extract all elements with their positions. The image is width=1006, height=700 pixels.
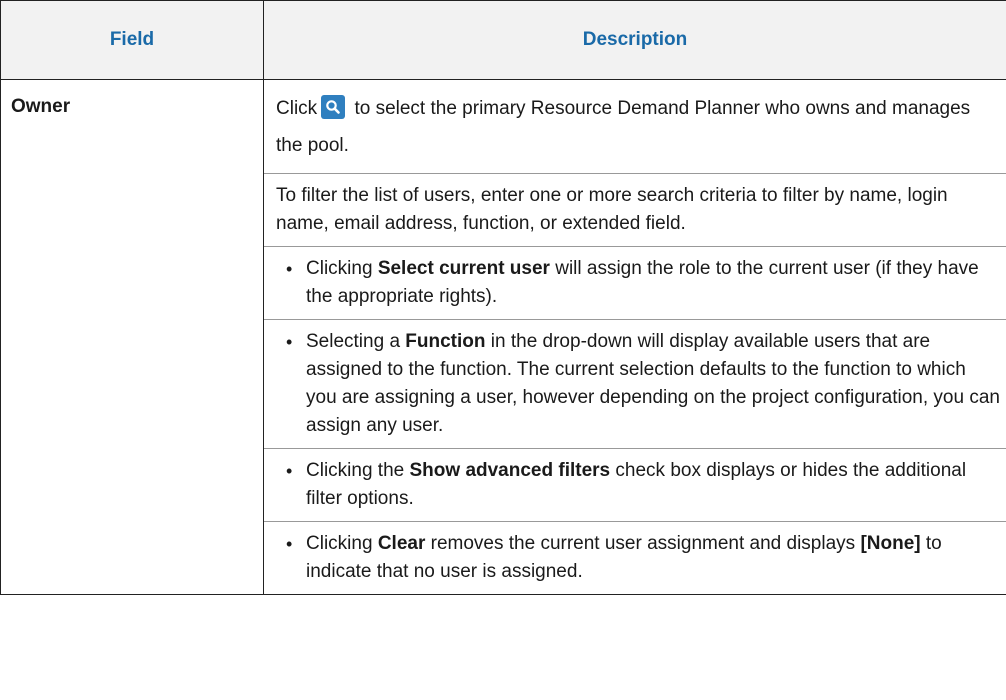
bullet-pre: Clicking the: [306, 460, 410, 481]
bullet-text: Clicking Select current user will assign…: [306, 255, 1006, 311]
bullet-pre: Clicking: [306, 258, 378, 279]
bullet-item-clear: • Clicking Clear removes the current use…: [264, 521, 1006, 594]
bullet-bold: Clear: [377, 533, 426, 554]
bullet-pre: Clicking: [306, 533, 378, 554]
bullet-dot: •: [286, 332, 293, 352]
bullet-bold-none: [None]: [860, 533, 921, 554]
description-filter: To filter the list of users, enter one o…: [264, 173, 1006, 246]
bullet-text: Selecting a Function in the drop-down wi…: [306, 328, 1006, 440]
description-cell: Click to select the primary Resource Dem…: [263, 79, 1006, 595]
filter-paragraph: To filter the list of users, enter one o…: [276, 185, 948, 234]
bullet-post: removes the current user assignment and …: [425, 533, 861, 554]
field-name-owner: Owner: [0, 79, 264, 595]
bullet-bold: Function: [405, 331, 486, 352]
field-description-table: Field Description Owner Click to select …: [0, 0, 1006, 595]
bullet-bold: Show advanced filters: [409, 460, 611, 481]
table-header-row: Field Description: [0, 0, 1006, 80]
bullet-pre: Selecting a: [306, 331, 406, 352]
bullet-dot: •: [286, 461, 293, 481]
header-field: Field: [0, 0, 264, 80]
table-row: Owner Click to select the primary Resour…: [0, 79, 1006, 595]
bullet-item-function: • Selecting a Function in the drop-down …: [264, 319, 1006, 448]
bullet-dot: •: [286, 534, 293, 554]
search-icon[interactable]: [321, 95, 346, 119]
intro-paragraph: Click to select the primary Resource Dem…: [276, 90, 996, 164]
click-prefix: Click: [276, 98, 318, 119]
click-suffix: to select the primary Resource Demand Pl…: [276, 98, 971, 156]
bullet-dot: •: [286, 259, 293, 279]
bullet-bold: Select current user: [377, 258, 550, 279]
bullet-item-advanced-filters: • Clicking the Show advanced filters che…: [264, 448, 1006, 521]
bullet-text: Clicking the Show advanced filters check…: [306, 457, 1006, 513]
header-description: Description: [263, 0, 1006, 80]
description-intro: Click to select the primary Resource Dem…: [264, 80, 1006, 173]
bullet-text: Clicking Clear removes the current user …: [306, 530, 1006, 586]
bullet-item-select-current-user: • Clicking Select current user will assi…: [264, 246, 1006, 319]
